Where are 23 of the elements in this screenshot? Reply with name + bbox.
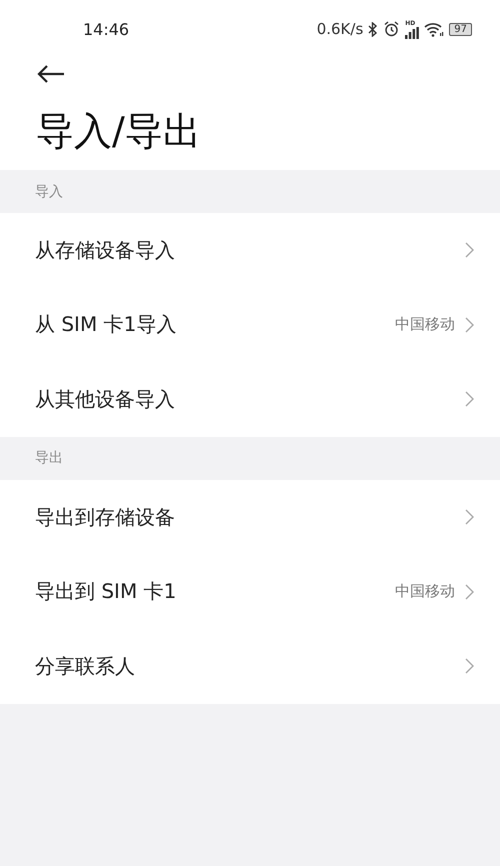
battery-icon: 97: [449, 22, 472, 36]
menu-item[interactable]: 分享联系人: [0, 628, 500, 704]
chevron-icon: [465, 658, 474, 674]
bluetooth-icon: [368, 22, 378, 36]
alarm-clock-icon: [383, 21, 400, 37]
wifi-icon: [424, 22, 444, 36]
menu-item[interactable]: 导出到 SIM 卡1 中国移动: [0, 554, 500, 629]
chevron-icon: [465, 584, 474, 600]
chevron-icon: [465, 316, 474, 333]
chevron-icon: [465, 509, 474, 526]
signal-icon: [405, 26, 420, 38]
back-button[interactable]: [36, 64, 66, 84]
section-header: 导入: [35, 182, 63, 200]
chevron-icon: [465, 242, 474, 258]
menu-item[interactable]: 从 SIM 卡1导入 中国移动: [0, 288, 500, 362]
menu-item[interactable]: 从其他设备导入: [0, 362, 500, 437]
network-speed: 0.6K/s: [316, 20, 364, 38]
menu-item[interactable]: 导出到存储设备: [0, 480, 500, 554]
menu-item[interactable]: 从存储设备导入: [0, 213, 500, 288]
status-time: 14:46: [83, 20, 130, 38]
section-header: 导出: [35, 449, 63, 468]
chevron-icon: [465, 391, 474, 408]
page-title: 导入/导出: [36, 108, 202, 155]
